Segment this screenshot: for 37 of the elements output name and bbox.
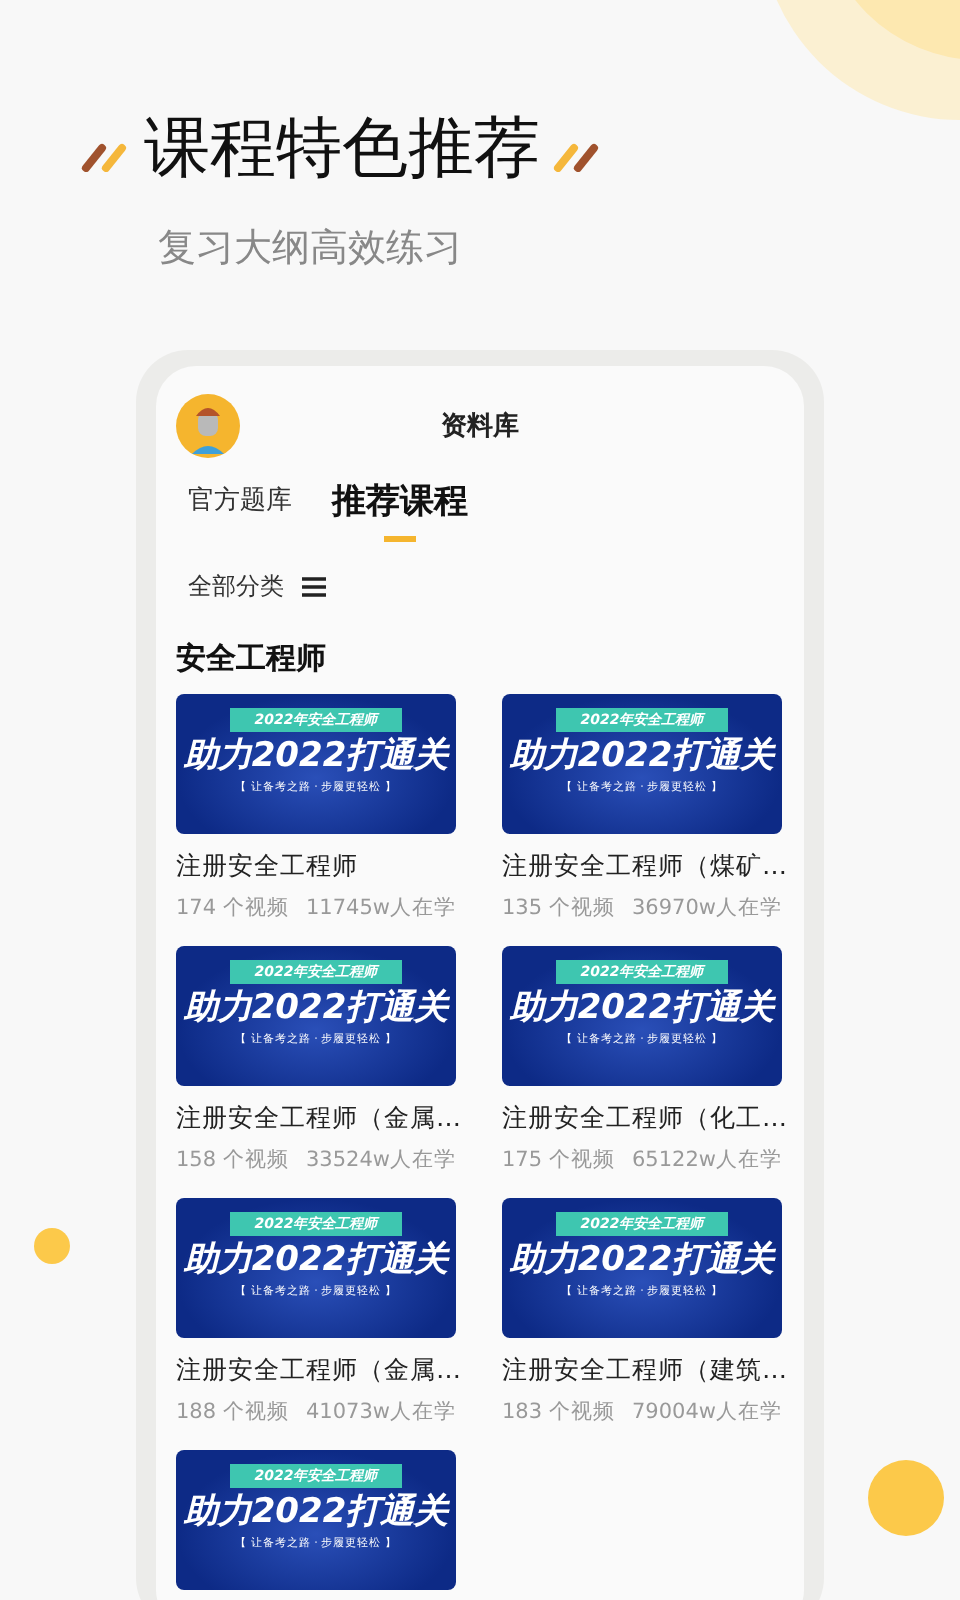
video-count: 135 个视频 (502, 894, 615, 922)
avatar-icon[interactable] (176, 394, 240, 458)
banner-headline: 助力2022打通关 (183, 1240, 449, 1280)
menu-icon (300, 576, 328, 598)
section-title: 安全工程师 (176, 640, 328, 678)
course-title[interactable]: 注册安全工程师（金属… (176, 1354, 456, 1388)
headline: 课程特色推荐 (144, 106, 540, 190)
course-title[interactable]: 注册安全工程师（化工… (502, 1102, 782, 1136)
learner-count: 65122w人在学 (632, 1146, 782, 1174)
video-count: 158 个视频 (176, 1146, 289, 1174)
banner-headline: 助力2022打通关 (509, 736, 775, 776)
banner-headline: 助力2022打通关 (183, 1492, 449, 1532)
learner-count: 41073w人在学 (306, 1398, 456, 1426)
video-count: 183 个视频 (502, 1398, 615, 1426)
course-title[interactable]: 注册安全工程师（金属… (176, 1102, 456, 1136)
banner-headline: 助力2022打通关 (183, 736, 449, 776)
banner-headline: 助力2022打通关 (509, 988, 775, 1028)
circle-decoration (868, 1460, 944, 1536)
banner-headline: 助力2022打通关 (183, 988, 449, 1028)
banner-headline: 助力2022打通关 (509, 1240, 775, 1280)
video-count: 175 个视频 (502, 1146, 615, 1174)
circle-decoration (34, 1228, 70, 1264)
course-title[interactable]: 注册安全工程师 (176, 850, 456, 884)
course-title[interactable]: 注册安全工程师（煤矿… (502, 850, 782, 884)
learner-count: 36970w人在学 (632, 894, 782, 922)
video-count: 188 个视频 (176, 1398, 289, 1426)
subheadline: 复习大纲高效练习 (156, 224, 464, 274)
learner-count: 33524w人在学 (306, 1146, 456, 1174)
screen-title: 资料库 (441, 409, 519, 444)
slash-icon (80, 139, 132, 171)
course-title[interactable]: 注册安全工程师（建筑… (502, 1354, 782, 1388)
learner-count: 11745w人在学 (306, 894, 456, 922)
video-count: 174 个视频 (176, 894, 289, 922)
slash-icon (552, 139, 604, 171)
category-filter-button[interactable]: 全部分类 (188, 570, 328, 604)
tab[interactable]: 官方题库 (180, 482, 300, 542)
learner-count: 79004w人在学 (632, 1398, 782, 1426)
